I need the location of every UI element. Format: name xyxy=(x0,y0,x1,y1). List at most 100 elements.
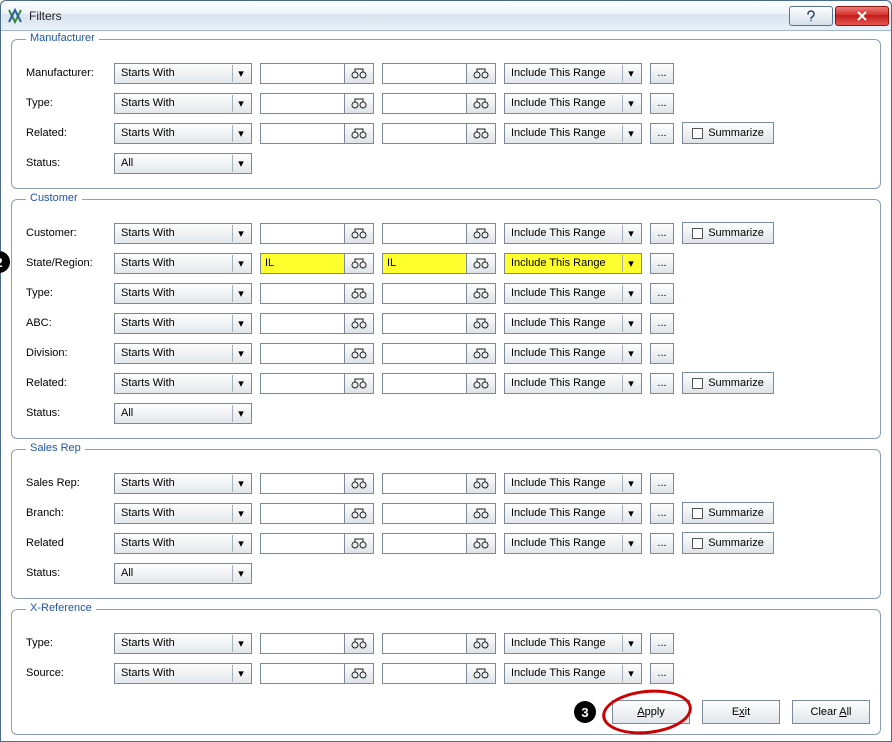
sales-rep-range-select[interactable]: Include This Range▾ xyxy=(504,473,642,494)
lookup-button[interactable] xyxy=(466,343,496,364)
lookup-button[interactable] xyxy=(344,223,374,244)
clear-all-button[interactable]: Clear All xyxy=(792,700,870,724)
lookup-button[interactable] xyxy=(344,283,374,304)
state-region-from-input[interactable] xyxy=(260,253,344,274)
more-button[interactable]: ... xyxy=(650,533,674,554)
manufacturer-to-input[interactable] xyxy=(382,63,466,84)
more-button[interactable]: ... xyxy=(650,93,674,114)
lookup-button[interactable] xyxy=(466,93,496,114)
lookup-button[interactable] xyxy=(344,533,374,554)
close-button[interactable] xyxy=(835,6,889,26)
customer-related-range-select[interactable]: Include This Range▾ xyxy=(504,373,642,394)
more-button[interactable]: ... xyxy=(650,123,674,144)
manufacturer-type-to-input[interactable] xyxy=(382,93,466,114)
lookup-button[interactable] xyxy=(344,373,374,394)
state-region-to-input[interactable] xyxy=(382,253,466,274)
lookup-button[interactable] xyxy=(466,503,496,524)
customer-abc-mode-select[interactable]: Starts With▾ xyxy=(114,313,252,334)
lookup-button[interactable] xyxy=(344,253,374,274)
customer-type-to-input[interactable] xyxy=(382,283,466,304)
help-button[interactable] xyxy=(789,6,833,26)
lookup-button[interactable] xyxy=(344,123,374,144)
manufacturer-mode-select[interactable]: Starts With▾ xyxy=(114,63,252,84)
more-button[interactable]: ... xyxy=(650,253,674,274)
branch-from-input[interactable] xyxy=(260,503,344,524)
manufacturer-type-range-select[interactable]: Include This Range▾ xyxy=(504,93,642,114)
lookup-button[interactable] xyxy=(344,663,374,684)
salesrep-summarize-button[interactable]: Summarize xyxy=(682,532,774,554)
xref-type-from-input[interactable] xyxy=(260,633,344,654)
more-button[interactable]: ... xyxy=(650,223,674,244)
salesrep-related-to-input[interactable] xyxy=(382,533,466,554)
lookup-button[interactable] xyxy=(466,473,496,494)
customer-related-mode-select[interactable]: Starts With▾ xyxy=(114,373,252,394)
customer-abc-from-input[interactable] xyxy=(260,313,344,334)
lookup-button[interactable] xyxy=(466,533,496,554)
xref-source-range-select[interactable]: Include This Range▾ xyxy=(504,663,642,684)
manufacturer-type-from-input[interactable] xyxy=(260,93,344,114)
lookup-button[interactable] xyxy=(344,343,374,364)
customer-type-mode-select[interactable]: Starts With▾ xyxy=(114,283,252,304)
more-button[interactable]: ... xyxy=(650,313,674,334)
manufacturer-type-mode-select[interactable]: Starts With▾ xyxy=(114,93,252,114)
manufacturer-related-to-input[interactable] xyxy=(382,123,466,144)
sales-rep-to-input[interactable] xyxy=(382,473,466,494)
lookup-button[interactable] xyxy=(344,93,374,114)
customer-abc-to-input[interactable] xyxy=(382,313,466,334)
manufacturer-range-select[interactable]: Include This Range▾ xyxy=(504,63,642,84)
manufacturer-related-mode-select[interactable]: Starts With▾ xyxy=(114,123,252,144)
more-button[interactable]: ... xyxy=(650,633,674,654)
customer-range-select[interactable]: Include This Range▾ xyxy=(504,223,642,244)
more-button[interactable]: ... xyxy=(650,283,674,304)
more-button[interactable]: ... xyxy=(650,473,674,494)
customer-abc-range-select[interactable]: Include This Range▾ xyxy=(504,313,642,334)
salesrep-related-mode-select[interactable]: Starts With▾ xyxy=(114,533,252,554)
salesrep-related-range-select[interactable]: Include This Range▾ xyxy=(504,533,642,554)
lookup-button[interactable] xyxy=(466,663,496,684)
xref-source-from-input[interactable] xyxy=(260,663,344,684)
lookup-button[interactable] xyxy=(344,633,374,654)
exit-button[interactable]: Exit xyxy=(702,700,780,724)
more-button[interactable]: ... xyxy=(650,343,674,364)
customer-related-from-input[interactable] xyxy=(260,373,344,394)
lookup-button[interactable] xyxy=(466,373,496,394)
manufacturer-status-select[interactable]: All▾ xyxy=(114,153,252,174)
customer-summarize-button[interactable]: Summarize xyxy=(682,222,774,244)
manufacturer-from-input[interactable] xyxy=(260,63,344,84)
state-region-range-select[interactable]: Include This Range▾ xyxy=(504,253,642,274)
branch-mode-select[interactable]: Starts With▾ xyxy=(114,503,252,524)
lookup-button[interactable] xyxy=(344,473,374,494)
branch-range-select[interactable]: Include This Range▾ xyxy=(504,503,642,524)
customer-related-to-input[interactable] xyxy=(382,373,466,394)
customer-type-from-input[interactable] xyxy=(260,283,344,304)
manufacturer-more-button[interactable]: ... xyxy=(650,63,674,84)
lookup-button[interactable] xyxy=(466,633,496,654)
customer-mode-select[interactable]: Starts With▾ xyxy=(114,223,252,244)
lookup-button[interactable] xyxy=(466,313,496,334)
customer-to-input[interactable] xyxy=(382,223,466,244)
apply-button[interactable]: Apply xyxy=(612,700,690,724)
lookup-button[interactable] xyxy=(466,123,496,144)
customer-type-range-select[interactable]: Include This Range▾ xyxy=(504,283,642,304)
customer-division-range-select[interactable]: Include This Range▾ xyxy=(504,343,642,364)
manufacturer-from-lookup[interactable] xyxy=(344,63,374,84)
lookup-button[interactable] xyxy=(344,503,374,524)
more-button[interactable]: ... xyxy=(650,373,674,394)
customer-status-select[interactable]: All▾ xyxy=(114,403,252,424)
customer-division-to-input[interactable] xyxy=(382,343,466,364)
branch-to-input[interactable] xyxy=(382,503,466,524)
xref-type-to-input[interactable] xyxy=(382,633,466,654)
more-button[interactable]: ... xyxy=(650,503,674,524)
customer-division-from-input[interactable] xyxy=(260,343,344,364)
state-region-mode-select[interactable]: Starts With▾ xyxy=(114,253,252,274)
sales-rep-mode-select[interactable]: Starts With▾ xyxy=(114,473,252,494)
sales-rep-from-input[interactable] xyxy=(260,473,344,494)
lookup-button[interactable] xyxy=(466,223,496,244)
manufacturer-related-range-select[interactable]: Include This Range▾ xyxy=(504,123,642,144)
lookup-button[interactable] xyxy=(344,313,374,334)
xref-source-mode-select[interactable]: Starts With▾ xyxy=(114,663,252,684)
salesrep-related-from-input[interactable] xyxy=(260,533,344,554)
manufacturer-to-lookup[interactable] xyxy=(466,63,496,84)
lookup-button[interactable] xyxy=(466,253,496,274)
customer-from-input[interactable] xyxy=(260,223,344,244)
